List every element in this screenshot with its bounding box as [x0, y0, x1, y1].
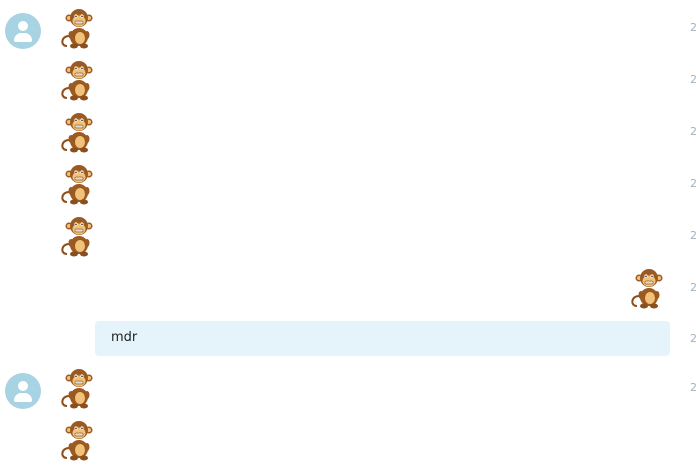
- message-timestamp: 2: [690, 381, 696, 394]
- message-row-self: 2: [0, 265, 696, 309]
- message-row: 2: [0, 365, 696, 409]
- user-avatar-icon[interactable]: [5, 13, 41, 49]
- message-timestamp: 2: [690, 229, 696, 242]
- message-timestamp: 2: [690, 332, 696, 345]
- message-row: 2: [0, 213, 696, 257]
- monkey-sticker[interactable]: [57, 6, 97, 50]
- monkey-sticker[interactable]: [627, 266, 667, 310]
- message-timestamp: 2: [690, 177, 696, 190]
- message-row: 2: [0, 161, 696, 205]
- monkey-sticker[interactable]: [57, 366, 97, 410]
- monkey-sticker[interactable]: [57, 110, 97, 154]
- message-bubble[interactable]: mdr: [95, 321, 670, 356]
- message-row: 2: [0, 109, 696, 153]
- monkey-sticker[interactable]: [57, 214, 97, 258]
- message-row: 2: [0, 57, 696, 101]
- message-row: 2: [0, 5, 696, 49]
- message-timestamp: 2: [690, 73, 696, 86]
- monkey-sticker[interactable]: [57, 162, 97, 206]
- message-list: 2 2 2 2 2 2 mdr 2 2: [0, 0, 696, 476]
- message-timestamp: 2: [690, 281, 696, 294]
- monkey-sticker[interactable]: [57, 418, 97, 462]
- message-timestamp: 2: [690, 21, 696, 34]
- monkey-sticker[interactable]: [57, 58, 97, 102]
- message-text: mdr: [111, 330, 138, 345]
- user-avatar-icon[interactable]: [5, 373, 41, 409]
- message-timestamp: 2: [690, 125, 696, 138]
- message-row: [0, 417, 696, 461]
